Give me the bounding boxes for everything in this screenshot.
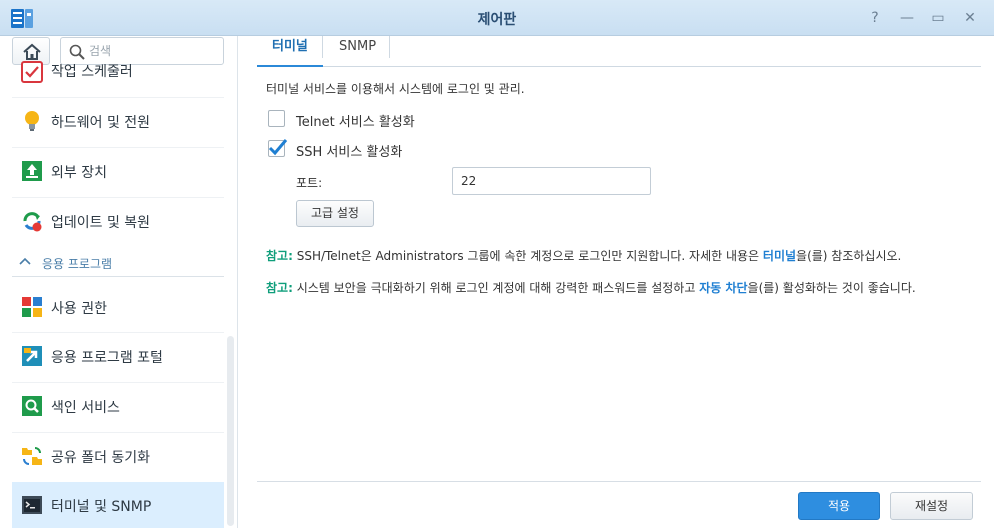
advanced-settings-button[interactable]: 고급 설정 bbox=[296, 200, 374, 227]
sidebar-item-label: 공유 폴더 동기화 bbox=[51, 450, 151, 466]
title-bar: 제어판 ? — ▭ ✕ bbox=[0, 0, 994, 36]
maximize-button[interactable]: ▭ bbox=[929, 9, 947, 27]
sidebar-item-external-devices[interactable]: 외부 장치 bbox=[12, 148, 224, 194]
sidebar-item-hardware-power[interactable]: 하드웨어 및 전원 bbox=[12, 98, 224, 144]
sidebar-item-shared-folder-sync[interactable]: 공유 폴더 동기화 bbox=[12, 433, 224, 479]
chevron-up-icon bbox=[19, 257, 31, 265]
section-header-applications[interactable]: 응용 프로그램 bbox=[12, 249, 224, 277]
sidebar-item-label: 색인 서비스 bbox=[51, 400, 120, 416]
sidebar-item-label: 업데이트 및 복원 bbox=[51, 215, 151, 231]
tab-terminal[interactable]: 터미널 bbox=[257, 36, 323, 67]
sidebar-item-indexing-service[interactable]: 색인 서비스 bbox=[12, 383, 224, 429]
note-text: 시스템 보안을 극대화하기 위해 로그인 계정에 대해 강력한 패스워드를 설정… bbox=[292, 281, 700, 295]
apply-button[interactable]: 적용 bbox=[798, 492, 880, 520]
sidebar-item-update-restore[interactable]: 업데이트 및 복원 bbox=[12, 198, 224, 244]
main-panel: 터미널 SNMP 터미널 서비스를 이용해서 시스템에 로그인 및 관리. Te… bbox=[239, 36, 994, 528]
external-device-icon bbox=[22, 161, 42, 181]
note-text: 을(를) 참조하십시오. bbox=[796, 249, 902, 263]
tab-divider bbox=[389, 36, 390, 58]
terminal-icon bbox=[22, 496, 42, 514]
note-tag: 참고: bbox=[266, 249, 293, 263]
ssh-label: SSH 서비스 활성화 bbox=[296, 145, 403, 160]
task-scheduler-icon bbox=[21, 61, 43, 83]
note-text: SSH/Telnet은 Administrators 그룹에 속한 계정으로 로… bbox=[292, 249, 763, 263]
close-button[interactable]: ✕ bbox=[961, 9, 979, 27]
note-administrators: 참고: SSH/Telnet은 Administrators 그룹에 속한 계정… bbox=[266, 247, 901, 264]
tab-snmp[interactable]: SNMP bbox=[324, 36, 391, 67]
description-text: 터미널 서비스를 이용해서 시스템에 로그인 및 관리. bbox=[266, 82, 525, 96]
note-text: 을(를) 활성화하는 것이 좋습니다. bbox=[747, 281, 916, 295]
window-title: 제어판 bbox=[477, 12, 517, 28]
sidebar-item-label: 응용 프로그램 포털 bbox=[51, 350, 163, 366]
sidebar-item-task-scheduler[interactable]: 작업 스케줄러 bbox=[12, 47, 224, 93]
port-input[interactable] bbox=[452, 167, 651, 195]
update-restore-icon bbox=[23, 212, 42, 232]
reset-button[interactable]: 재설정 bbox=[890, 492, 973, 520]
help-button[interactable]: ? bbox=[866, 9, 884, 27]
sidebar-item-privileges[interactable]: 사용 권한 bbox=[12, 284, 224, 330]
telnet-checkbox[interactable] bbox=[268, 110, 285, 127]
port-label: 포트: bbox=[296, 176, 323, 190]
indexing-service-icon bbox=[22, 396, 42, 416]
sidebar: 작업 스케줄러 하드웨어 및 전원 외부 장치 업데이트 및 복원 bbox=[0, 36, 238, 528]
app-portal-icon bbox=[22, 346, 42, 366]
ssh-checkbox[interactable] bbox=[268, 139, 288, 157]
privileges-icon bbox=[22, 297, 42, 317]
note-security: 참고: 시스템 보안을 극대화하기 위해 로그인 계정에 대해 강력한 패스워드… bbox=[266, 279, 916, 296]
sidebar-scrollbar[interactable] bbox=[227, 336, 234, 526]
note-tag: 참고: bbox=[266, 281, 293, 295]
sidebar-item-application-portal[interactable]: 응용 프로그램 포털 bbox=[12, 333, 224, 379]
minimize-button[interactable]: — bbox=[898, 9, 916, 27]
auto-block-link[interactable]: 자동 차단 bbox=[699, 281, 747, 295]
sidebar-item-label: 하드웨어 및 전원 bbox=[51, 115, 151, 131]
sidebar-item-terminal-snmp[interactable]: 터미널 및 SNMP bbox=[12, 482, 224, 528]
sidebar-item-label: 사용 권한 bbox=[51, 301, 107, 317]
footer-divider bbox=[257, 481, 981, 482]
sidebar-item-label: 작업 스케줄러 bbox=[51, 64, 133, 80]
sidebar-item-label: 외부 장치 bbox=[51, 165, 107, 181]
sidebar-item-label: 터미널 및 SNMP bbox=[51, 499, 152, 515]
terminal-help-link[interactable]: 터미널 bbox=[763, 249, 796, 263]
lightbulb-icon bbox=[25, 111, 39, 131]
checkmark-icon bbox=[268, 139, 288, 156]
telnet-label: Telnet 서비스 활성화 bbox=[296, 115, 415, 130]
tab-bar: 터미널 SNMP bbox=[257, 36, 981, 67]
tab-divider bbox=[322, 36, 323, 58]
shared-folder-sync-icon bbox=[22, 447, 42, 465]
section-label: 응용 프로그램 bbox=[42, 257, 113, 271]
